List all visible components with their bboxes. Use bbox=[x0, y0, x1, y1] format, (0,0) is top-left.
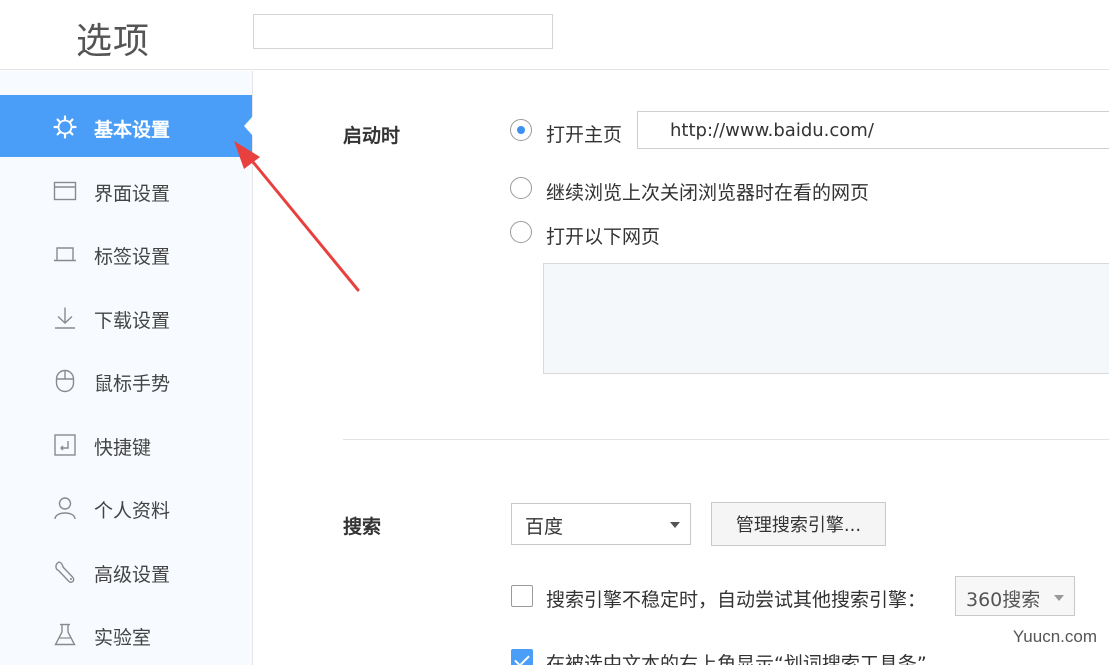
fallback-engine-label[interactable]: 搜索引擎不稳定时，自动尝试其他搜索引擎： bbox=[546, 585, 926, 612]
homepage-url-input[interactable] bbox=[637, 111, 1109, 149]
user-icon bbox=[52, 495, 78, 521]
sidebar-item-lab[interactable]: 实验室 bbox=[0, 603, 252, 665]
watermark: Yuucn.com bbox=[1012, 627, 1097, 646]
shortcut-icon bbox=[52, 432, 78, 458]
sidebar-item-label: 标签设置 bbox=[94, 246, 171, 268]
radio-open-pages-label[interactable]: 打开以下网页 bbox=[546, 222, 660, 249]
search-section-label: 搜索 bbox=[343, 516, 382, 538]
sidebar-item-profile[interactable]: 个人资料 bbox=[0, 476, 252, 538]
radio-open-pages[interactable] bbox=[510, 221, 532, 243]
gear-icon bbox=[52, 114, 78, 140]
sidebar-item-mouse-gestures[interactable]: 鼠标手势 bbox=[0, 349, 252, 411]
radio-continue-session-label[interactable]: 继续浏览上次关闭浏览器时在看的网页 bbox=[546, 178, 869, 205]
mouse-icon bbox=[52, 368, 78, 394]
download-icon bbox=[52, 305, 78, 331]
selection-toolbar-label[interactable]: 在被选中文本的右上角显示“划词搜索工具条” bbox=[546, 649, 927, 665]
sidebar-item-label: 基本设置 bbox=[94, 119, 171, 141]
settings-content: 启动时 打开主页 继续浏览上次关闭浏览器时在看的网页 打开以下网页 搜索 百度 … bbox=[253, 71, 1109, 665]
radio-open-homepage-label[interactable]: 打开主页 bbox=[546, 120, 622, 147]
fallback-engine-select[interactable]: 360搜索 bbox=[955, 576, 1075, 616]
tab-icon bbox=[52, 241, 78, 267]
sidebar-item-label: 界面设置 bbox=[94, 183, 171, 205]
page-title: 选项 bbox=[76, 21, 151, 62]
chevron-down-icon bbox=[1054, 595, 1064, 601]
radio-open-homepage[interactable] bbox=[510, 119, 532, 141]
sidebar: 基本设置 界面设置 标签设置 下载设置 鼠标手势 快捷键 个人资料 高级设置 实… bbox=[0, 71, 253, 665]
radio-continue-session[interactable] bbox=[510, 177, 532, 199]
search-engine-select[interactable]: 百度 bbox=[511, 503, 691, 545]
sidebar-item-label: 个人资料 bbox=[94, 500, 171, 522]
sidebar-item-shortcuts[interactable]: 快捷键 bbox=[0, 413, 252, 475]
wrench-icon bbox=[52, 559, 78, 585]
startup-section-label: 启动时 bbox=[343, 125, 401, 147]
sidebar-item-label: 实验室 bbox=[94, 627, 152, 649]
header: 选项 bbox=[0, 0, 1109, 70]
sidebar-item-label: 下载设置 bbox=[94, 310, 171, 332]
sidebar-item-label: 高级设置 bbox=[94, 564, 171, 586]
startup-pages-list[interactable] bbox=[543, 263, 1109, 374]
manage-search-engines-button[interactable]: 管理搜索引擎... bbox=[711, 502, 886, 546]
selection-toolbar-checkbox[interactable] bbox=[511, 649, 533, 665]
search-engine-selected: 百度 bbox=[525, 516, 564, 538]
section-divider bbox=[343, 439, 1109, 440]
fallback-engine-selected: 360搜索 bbox=[966, 589, 1041, 611]
flask-icon bbox=[52, 622, 78, 648]
sidebar-item-advanced-settings[interactable]: 高级设置 bbox=[0, 540, 252, 602]
sidebar-item-label: 快捷键 bbox=[94, 437, 152, 459]
sidebar-item-label: 鼠标手势 bbox=[94, 373, 171, 395]
search-input[interactable] bbox=[253, 14, 553, 49]
sidebar-item-basic-settings[interactable]: 基本设置 bbox=[0, 95, 253, 157]
window-icon bbox=[52, 178, 78, 204]
sidebar-item-download-settings[interactable]: 下载设置 bbox=[0, 286, 252, 348]
sidebar-item-ui-settings[interactable]: 界面设置 bbox=[0, 159, 252, 221]
sidebar-item-tab-settings[interactable]: 标签设置 bbox=[0, 222, 252, 284]
chevron-down-icon bbox=[670, 522, 680, 528]
active-caret bbox=[244, 116, 253, 136]
fallback-engine-checkbox[interactable] bbox=[511, 585, 533, 607]
